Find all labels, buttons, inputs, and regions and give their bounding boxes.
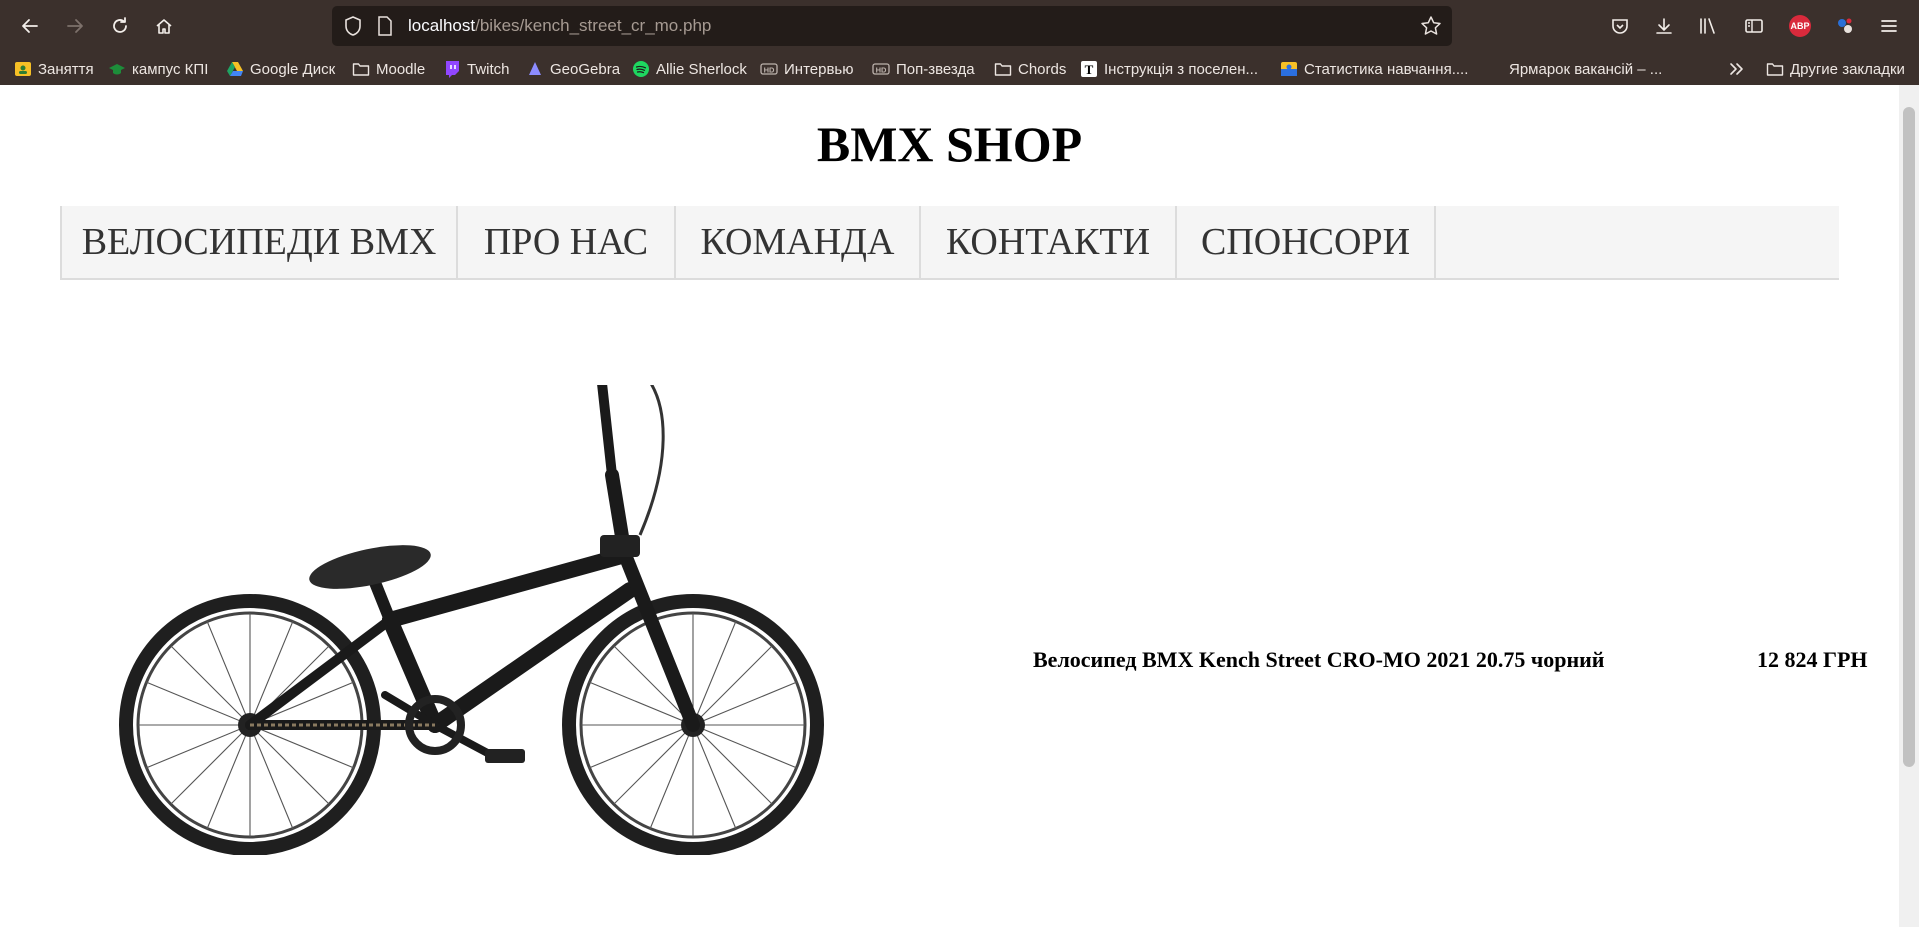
bookmark-label: Allie Sherlock [656, 60, 747, 78]
bookmark-item[interactable]: Moodle [352, 57, 425, 81]
bookmark-star-icon[interactable] [1420, 15, 1442, 37]
svg-text:HD: HD [764, 65, 775, 74]
downloads-button[interactable] [1651, 13, 1677, 39]
url-host: localhost [408, 16, 476, 35]
product-name[interactable]: Велосипед BMX Kench Street CRO-MO 2021 2… [1033, 647, 1604, 673]
folder-icon [994, 60, 1012, 78]
bookmarks-toolbar: Заняття кампус КПІ Google Диск Moodle Tw… [0, 52, 1919, 85]
sidebar-icon [1745, 19, 1763, 33]
back-button[interactable] [16, 12, 44, 40]
bookmark-item[interactable]: кампус КПІ [108, 57, 208, 81]
nav-item-contacts[interactable]: КОНТАКТИ [921, 206, 1177, 278]
reload-button[interactable] [106, 12, 134, 40]
home-button[interactable] [150, 12, 178, 40]
bookmark-item[interactable]: Twitch [443, 57, 510, 81]
bookmark-label: Twitch [467, 60, 510, 78]
library-icon [1700, 18, 1715, 34]
bookmark-label: GeoGebra [550, 60, 621, 78]
twitch-icon [443, 60, 461, 78]
home-icon [156, 19, 172, 34]
pedal [485, 749, 525, 763]
folder-icon [352, 60, 370, 78]
reload-icon [113, 17, 127, 33]
nav-item-bmx-bikes[interactable]: ВЕЛОСИПЕДИ BMX [60, 206, 458, 278]
bookmark-label: Google Диск [250, 60, 336, 78]
bookmark-label: Интервью [784, 60, 854, 78]
bookmark-label: кампус КПІ [132, 60, 209, 78]
download-icon [1656, 18, 1672, 34]
bookmark-item[interactable]: HD Поп-звезда [872, 57, 975, 81]
bookmark-label: Chords [1018, 60, 1067, 78]
sidebar-button[interactable] [1741, 13, 1767, 39]
tracking-shield-icon[interactable] [342, 15, 364, 37]
extension-icon [1838, 18, 1852, 33]
url-text[interactable]: localhost/bikes/kench_street_cr_mo.php [408, 16, 711, 36]
bookmark-item[interactable]: Заняття [14, 57, 94, 81]
bookmark-item[interactable]: Allie Sherlock [632, 57, 747, 81]
more-bookmarks-button[interactable] [1728, 57, 1746, 81]
main-nav: ВЕЛОСИПЕДИ BMX ПРО НАС КОМАНДА КОНТАКТИ … [60, 206, 1839, 280]
stats-icon [1280, 60, 1298, 78]
hamburger-menu-icon [1881, 20, 1897, 32]
google-drive-icon [226, 60, 244, 78]
double-chevron-right-icon [1728, 60, 1746, 78]
product-price: 12 824 ГРН [1757, 647, 1868, 672]
pocket-icon [1612, 19, 1628, 34]
bookmark-item[interactable]: Chords [994, 57, 1066, 81]
geogebra-icon [526, 60, 544, 78]
bookmark-item[interactable]: Статистика навчання.... [1280, 57, 1468, 81]
bookmark-label: Поп-звезда [896, 60, 975, 78]
extension-button[interactable] [1832, 13, 1858, 39]
bookmark-item[interactable]: HD Интервью [760, 57, 854, 81]
nav-item-about[interactable]: ПРО НАС [458, 206, 676, 278]
nav-item-team[interactable]: КОМАНДА [676, 206, 921, 278]
bookmark-label: Інструкція з поселен... [1104, 60, 1259, 78]
adblock-plus-icon: ABP [1789, 15, 1811, 37]
browser-chrome: localhost/bikes/kench_street_cr_mo.php A… [0, 0, 1919, 85]
nav-item-sponsors[interactable]: СПОНСОРИ [1177, 206, 1436, 278]
bookmark-label: Moodle [376, 60, 426, 78]
pocket-button[interactable] [1607, 13, 1633, 39]
other-bookmarks-label: Другие закладки [1790, 60, 1905, 78]
adblock-plus-button[interactable]: ABP [1787, 13, 1813, 39]
other-bookmarks[interactable]: Другие закладки [1766, 57, 1905, 81]
headset-stem [600, 535, 640, 557]
svg-text:T: T [1085, 62, 1094, 77]
page-viewport: BMX SHOP ВЕЛОСИПЕДИ BMX ПРО НАС КОМАНДА … [0, 85, 1899, 927]
bookmark-label: Статистика навчання.... [1304, 60, 1469, 78]
bike-seat [309, 545, 431, 589]
classroom-icon [14, 60, 32, 78]
svg-text:HD: HD [876, 65, 887, 74]
bmx-bike-image [100, 343, 840, 856]
bookmark-label: Заняття [38, 60, 94, 78]
bmx-bike-illustration [119, 343, 824, 856]
site-title: BMX SHOP [816, 116, 1083, 172]
bookmark-item[interactable]: Ярмарок вакансій – ... [1509, 57, 1662, 81]
browser-toolbar: localhost/bikes/kench_street_cr_mo.php A… [0, 0, 1919, 52]
back-arrow-icon [22, 19, 38, 33]
bookmark-label: Ярмарок вакансій – ... [1509, 60, 1663, 78]
spotify-icon [632, 60, 650, 78]
app-menu-button[interactable] [1876, 13, 1902, 39]
forward-button[interactable] [61, 12, 89, 40]
address-bar[interactable]: localhost/bikes/kench_street_cr_mo.php [332, 6, 1452, 46]
bookmark-item[interactable]: Google Диск [226, 57, 335, 81]
hd-icon: HD [872, 60, 890, 78]
notion-icon: T [1080, 60, 1098, 78]
library-button[interactable] [1695, 13, 1721, 39]
forward-arrow-icon [67, 19, 83, 33]
campus-icon [108, 60, 126, 78]
scrollbar-thumb[interactable] [1903, 107, 1915, 767]
page-info-icon[interactable] [376, 16, 394, 36]
hd-icon: HD [760, 60, 778, 78]
url-path: /bikes/kench_street_cr_mo.php [475, 16, 712, 35]
bookmark-item[interactable]: T Інструкція з поселен... [1080, 57, 1258, 81]
folder-icon [1766, 60, 1784, 78]
bookmark-item[interactable]: GeoGebra [526, 57, 620, 81]
